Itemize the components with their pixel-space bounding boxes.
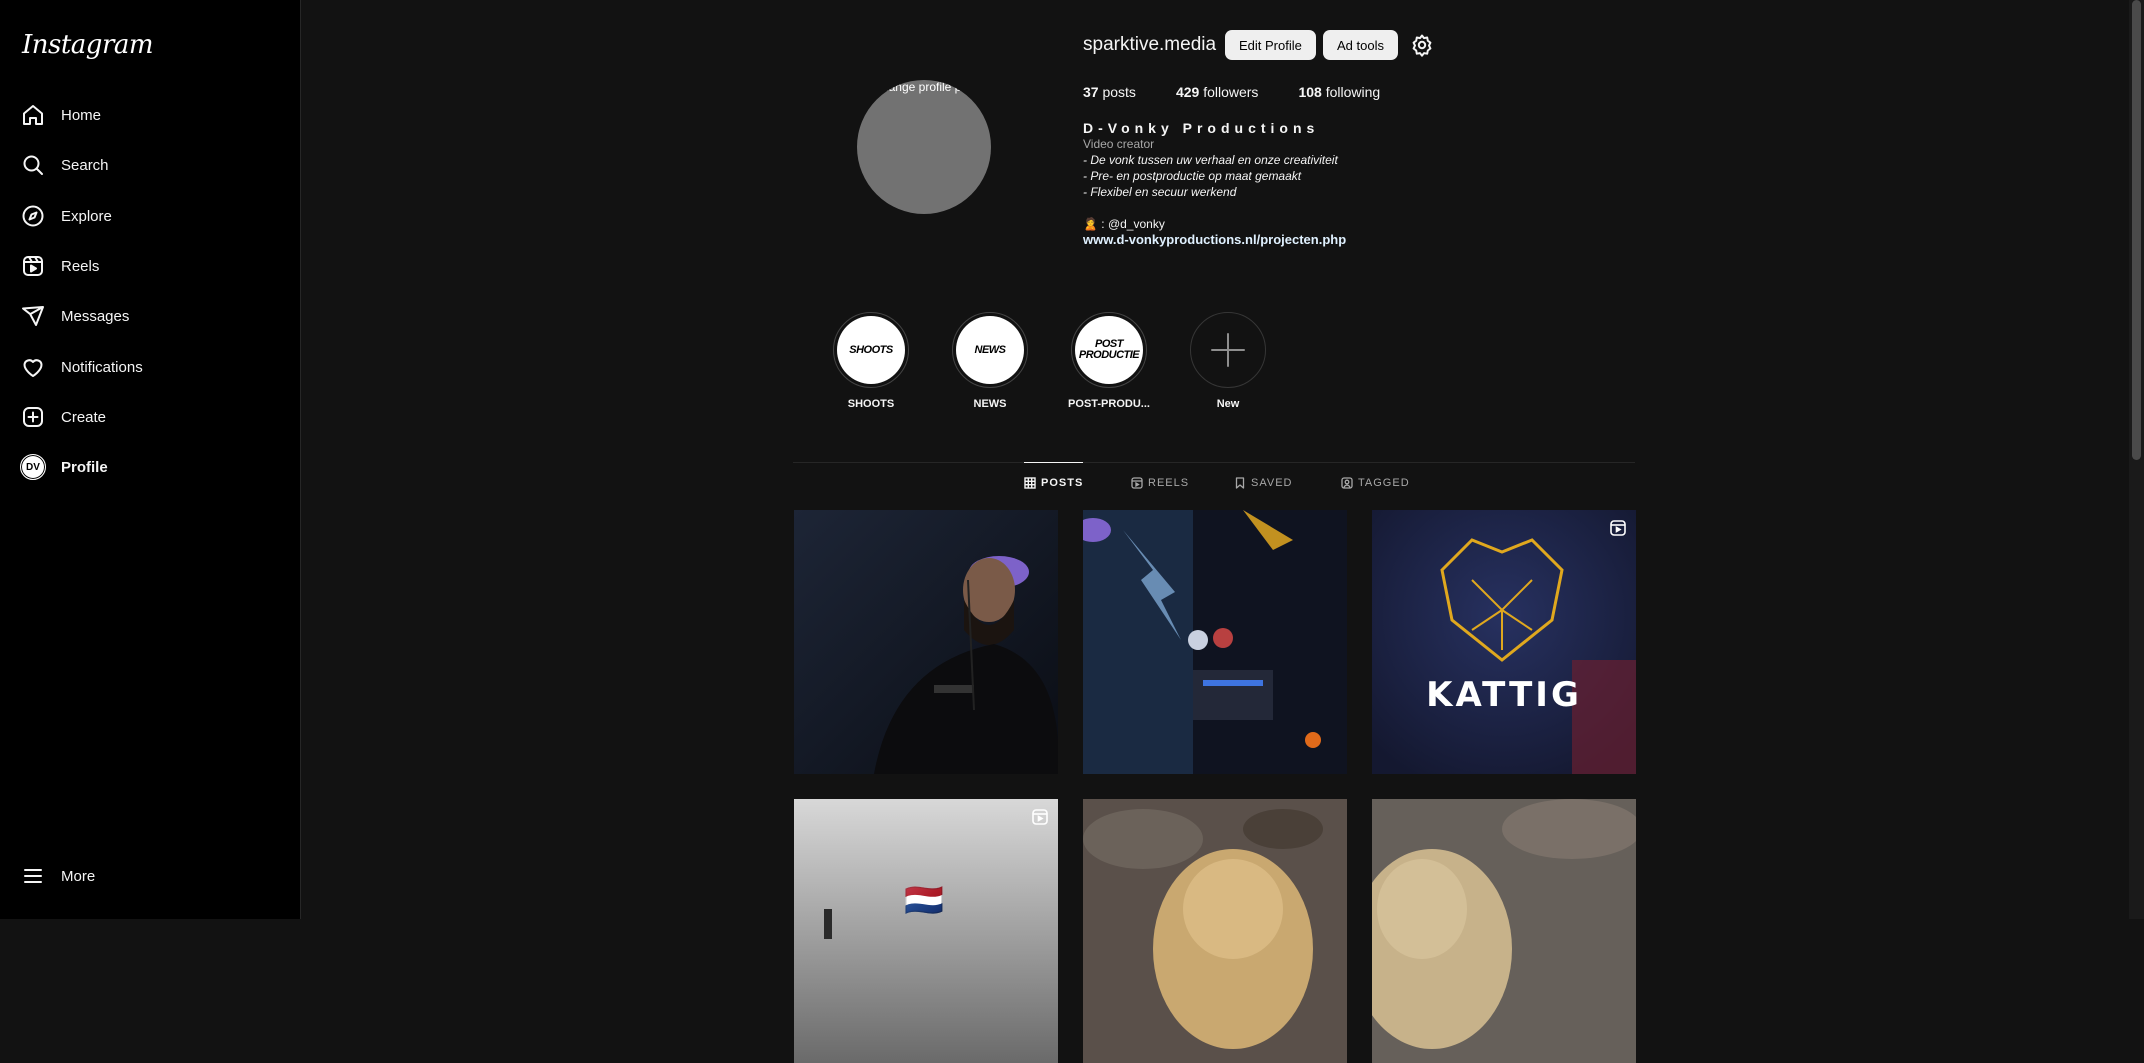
gear-icon[interactable]	[1410, 33, 1434, 57]
profile-stats: 37 posts 429 followers 108 following	[1083, 84, 1420, 100]
avatar: DV	[20, 454, 46, 480]
tag-user-icon	[1341, 477, 1353, 489]
sidebar-item-messages[interactable]: Messages	[20, 296, 280, 336]
following-label: following	[1325, 84, 1381, 100]
bio: D-Vonky Productions Video creator - De v…	[1083, 120, 1346, 248]
grid-icon	[1024, 477, 1036, 489]
reel-badge-icon	[1610, 520, 1626, 541]
sidebar-item-label: More	[61, 867, 96, 885]
post-image	[794, 510, 1058, 774]
page-scrollbar[interactable]	[2129, 0, 2144, 919]
sidebar-item-label: Create	[61, 408, 107, 426]
contact-line: 🙎 : @d_vonky	[1083, 217, 1165, 231]
highlight-new[interactable]: New	[1168, 312, 1288, 410]
sidebar-item-notifications[interactable]: Notifications	[20, 347, 280, 387]
scrollbar-thumb[interactable]	[2132, 0, 2141, 460]
sidebar-item-more[interactable]: More	[20, 856, 280, 896]
post-tile[interactable]	[1372, 799, 1636, 1063]
sidebar-item-label: Search	[61, 156, 109, 174]
compass-icon	[20, 203, 46, 229]
heart-icon	[20, 354, 46, 380]
sidebar-item-label: Explore	[61, 207, 112, 225]
sidebar-item-search[interactable]: Search	[20, 145, 280, 185]
tabs-divider	[793, 462, 1635, 463]
category-label: Video creator	[1083, 137, 1155, 151]
plus-icon	[1190, 312, 1266, 388]
bio-line: - Flexibel en secuur werkend	[1083, 185, 1237, 199]
tab-label: POSTS	[1041, 477, 1084, 489]
tab-label: TAGGED	[1358, 477, 1410, 489]
post-image: KATTIG	[1372, 510, 1636, 774]
sidebar-item-label: Notifications	[61, 358, 143, 376]
sidebar: Instagram Home Search Explore Reels Mess…	[0, 0, 301, 919]
post-image	[1083, 799, 1347, 1063]
highlight-label: New	[1216, 398, 1240, 410]
instagram-logo[interactable]: Instagram	[22, 30, 154, 60]
highlight-label: SHOOTS	[847, 398, 895, 410]
reels-icon	[20, 253, 46, 279]
post-tile[interactable]	[794, 510, 1058, 774]
posts-stat[interactable]: 37 posts	[1083, 84, 1136, 100]
highlight-cover: POST PRODUCTIE	[1075, 316, 1143, 384]
bookmark-icon	[1234, 477, 1246, 489]
bio-link[interactable]: www.d-vonkyproductions.nl/projecten.php	[1083, 232, 1346, 248]
followers-stat[interactable]: 429 followers	[1176, 84, 1259, 100]
search-icon	[20, 152, 46, 178]
sidebar-item-profile[interactable]: DV Profile	[20, 447, 280, 487]
bio-line: - Pre- en postproductie op maat gemaakt	[1083, 169, 1302, 183]
sidebar-item-create[interactable]: Create	[20, 397, 280, 437]
edit-profile-button[interactable]: Edit Profile	[1225, 30, 1316, 60]
tab-reels[interactable]: REELS	[1131, 463, 1189, 503]
highlight-cover: NEWS	[956, 316, 1024, 384]
plus-square-icon	[20, 404, 46, 430]
post-image	[1372, 799, 1636, 1063]
ad-tools-button[interactable]: Ad tools	[1323, 30, 1398, 60]
highlight-news[interactable]: NEWS NEWS	[930, 312, 1050, 410]
send-icon	[20, 303, 46, 329]
followers-label: followers	[1203, 84, 1259, 100]
username: sparktive.media	[1083, 34, 1217, 55]
tab-posts[interactable]: POSTS	[1024, 462, 1084, 503]
post-overlay-text: KATTIG	[1426, 675, 1582, 715]
posts-label: posts	[1102, 84, 1136, 100]
post-image	[1083, 510, 1347, 774]
tab-tagged[interactable]: TAGGED	[1341, 463, 1410, 503]
bio-line: - De vonk tussen uw verhaal en onze crea…	[1083, 153, 1338, 167]
highlight-cover: SHOOTS	[837, 316, 905, 384]
post-image: 🇳🇱	[794, 799, 1058, 1063]
sidebar-item-reels[interactable]: Reels	[20, 246, 280, 286]
highlight-shoots[interactable]: SHOOTS SHOOTS	[811, 312, 931, 410]
sidebar-item-label: Messages	[61, 307, 130, 325]
home-icon	[20, 102, 46, 128]
post-flag: 🇳🇱	[904, 882, 944, 918]
tab-label: REELS	[1148, 477, 1190, 489]
sidebar-item-explore[interactable]: Explore	[20, 196, 280, 236]
highlight-label: NEWS	[973, 398, 1007, 410]
display-name: D-Vonky Productions	[1083, 120, 1320, 136]
sidebar-item-label: Reels	[61, 257, 100, 275]
posts-count: 37	[1083, 84, 1099, 100]
post-tile[interactable]	[1083, 799, 1347, 1063]
sidebar-item-label: Home	[61, 106, 102, 124]
reel-badge-icon	[1032, 809, 1048, 830]
post-tile[interactable]	[1083, 510, 1347, 774]
reels-icon	[1131, 477, 1143, 489]
following-stat[interactable]: 108 following	[1298, 84, 1380, 100]
post-tile[interactable]: KATTIG	[1372, 510, 1636, 774]
highlight-post-productie[interactable]: POST PRODUCTIE POST-PRODU...	[1049, 312, 1169, 410]
tab-saved[interactable]: SAVED	[1234, 463, 1292, 503]
menu-icon	[20, 863, 46, 889]
sidebar-item-label: Profile	[61, 458, 108, 476]
tab-label: SAVED	[1251, 477, 1293, 489]
profile-picture-alt: Change profile photo	[873, 80, 985, 94]
followers-count: 429	[1175, 84, 1200, 100]
sidebar-item-home[interactable]: Home	[20, 95, 280, 135]
bio-link-text: www.d-vonkyproductions.nl/projecten.php	[1083, 232, 1347, 247]
post-tile[interactable]: 🇳🇱	[794, 799, 1058, 1063]
profile-picture[interactable]: Change profile photo	[857, 80, 991, 214]
highlight-label: POST-PRODU...	[1068, 398, 1150, 410]
following-count: 108	[1298, 84, 1322, 100]
